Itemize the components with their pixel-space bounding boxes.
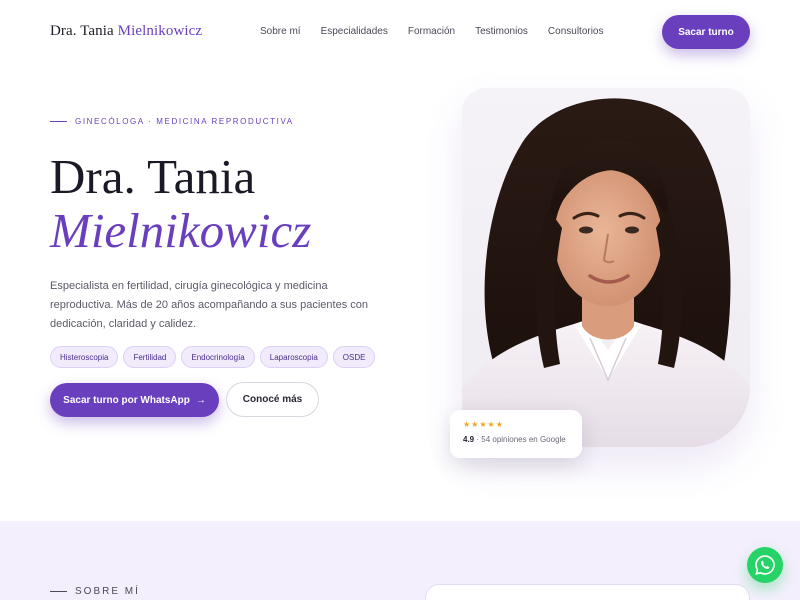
whatsapp-booking-label: Sacar turno por WhatsApp — [63, 394, 190, 406]
google-rating-card: ★★★★★ 4.9 · 54 opiniones en Google — [450, 410, 582, 458]
nav-item-sobre-mi[interactable]: Sobre mí — [260, 26, 301, 37]
about-eyebrow-text: SOBRE MÍ — [75, 586, 140, 597]
whatsapp-booking-button[interactable]: Sacar turno por WhatsApp → — [50, 383, 219, 417]
nav-item-consultorios[interactable]: Consultorios — [548, 26, 604, 37]
hero-title: Dra. Tania Mielnikowicz — [50, 150, 311, 258]
tag-osde: OSDE — [332, 346, 376, 368]
tag-endocrinologia: Endocrinología — [181, 346, 255, 368]
main-nav: Sobre mí Especialidades Formación Testim… — [260, 26, 604, 37]
tag-histeroscopia: Histeroscopia — [50, 346, 119, 368]
tag-laparoscopia: Laparoscopia — [259, 346, 328, 368]
nav-item-testimonios[interactable]: Testimonios — [475, 26, 528, 37]
whatsapp-glyph — [755, 555, 775, 575]
nav-item-formacion[interactable]: Formación — [408, 26, 455, 37]
hero-eyebrow: GINECÓLOGA · MEDICINA REPRODUCTIVA — [50, 117, 294, 126]
about-card — [425, 584, 750, 600]
about-eyebrow-divider — [50, 591, 67, 592]
brand-logo[interactable]: Dra. Tania Mielnikowicz — [50, 23, 202, 40]
doctor-portrait — [462, 88, 750, 447]
rating-count: · 54 opiniones en Google — [476, 435, 566, 444]
about-eyebrow: SOBRE MÍ — [50, 586, 140, 597]
hero-title-line2: Mielnikowicz — [50, 203, 312, 258]
brand-name: Dra. Tania — [50, 23, 114, 39]
brand-name-accent: Mielnikowicz — [117, 23, 203, 39]
hero-title-line1: Dra. Tania — [50, 149, 256, 204]
specialty-tags: Histeroscopia Fertilidad Endocrinología … — [50, 346, 376, 368]
portrait-illustration — [462, 98, 750, 447]
star-rating-icon: ★★★★★ — [463, 420, 504, 429]
tag-fertilidad: Fertilidad — [123, 346, 177, 368]
learn-more-button[interactable]: Conocé más — [226, 382, 319, 417]
eyebrow-divider — [50, 121, 67, 122]
whatsapp-icon[interactable] — [747, 547, 783, 583]
nav-item-especialidades[interactable]: Especialidades — [321, 26, 388, 37]
hero-eyebrow-text: GINECÓLOGA · MEDICINA REPRODUCTIVA — [75, 117, 294, 126]
rating-meta: 4.9 · 54 opiniones en Google — [463, 435, 582, 444]
nav-book-appointment-button[interactable]: Sacar turno — [662, 15, 750, 49]
hero-description: Especialista en fertilidad, cirugía gine… — [50, 280, 368, 330]
rating-score: 4.9 — [463, 435, 475, 444]
arrow-right-icon: → — [195, 394, 206, 406]
